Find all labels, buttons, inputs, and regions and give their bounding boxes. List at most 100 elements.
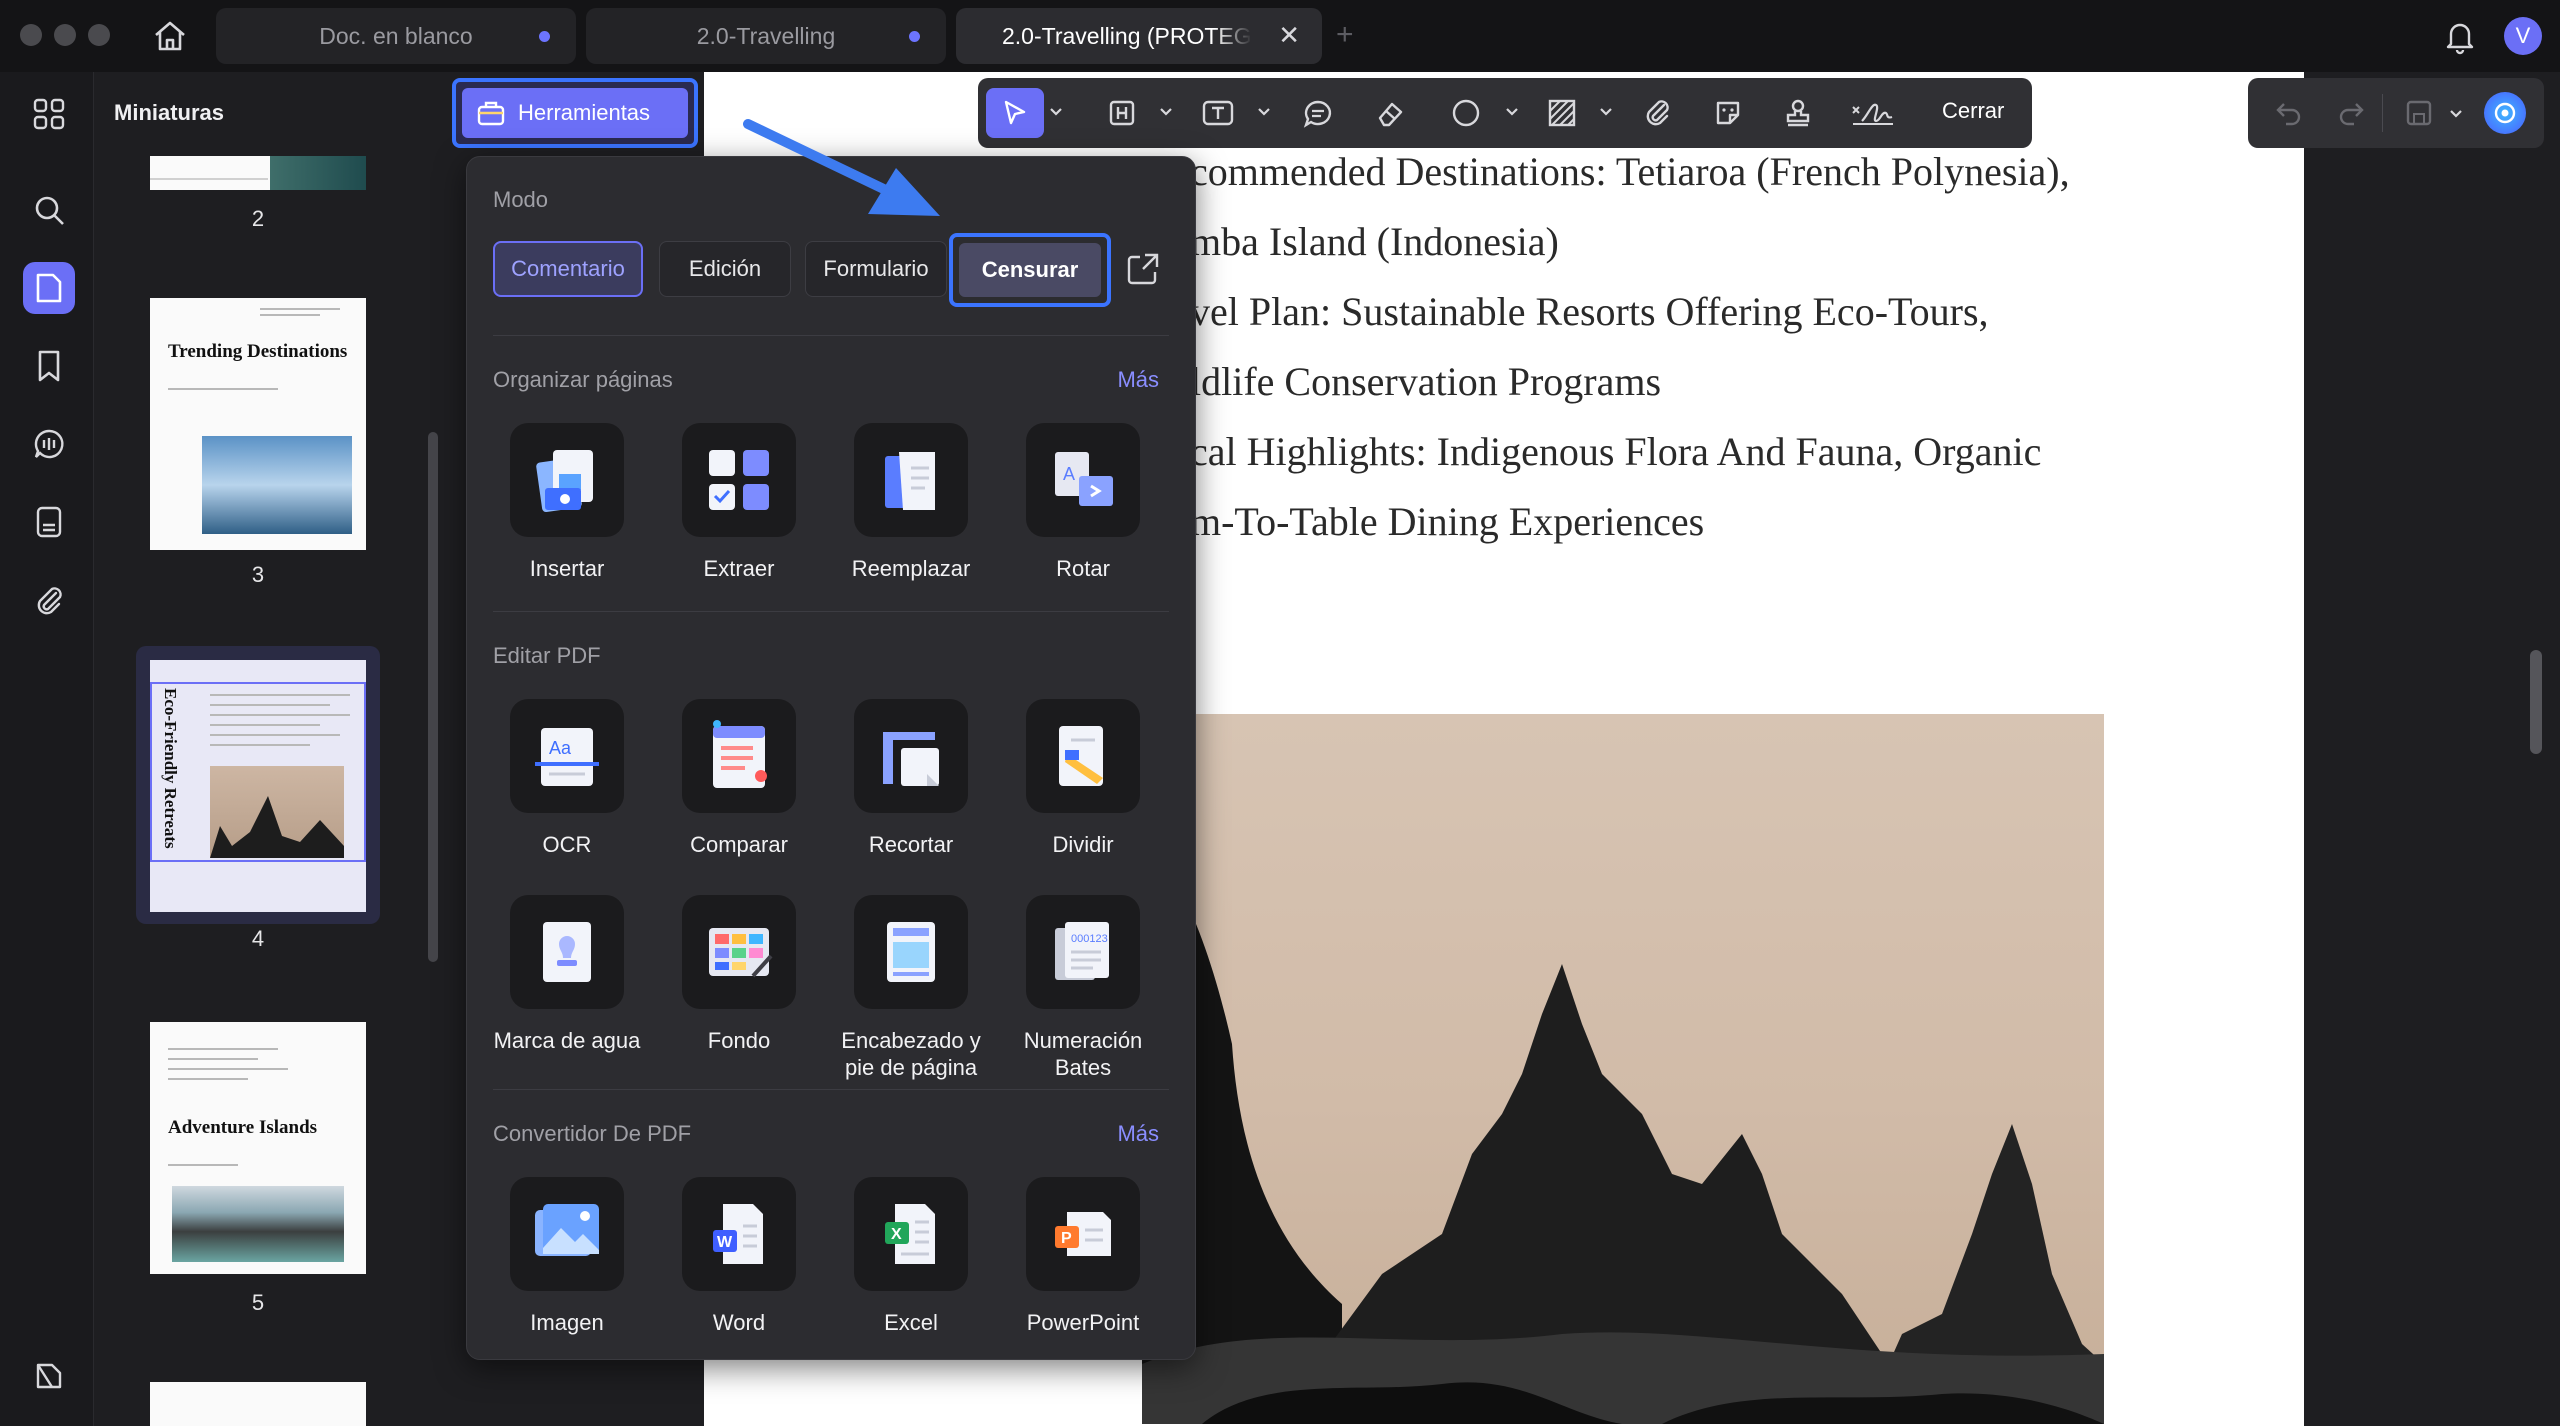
tool-label: Rotar: [1056, 556, 1110, 581]
mode-comment-button[interactable]: Comentario: [493, 241, 643, 297]
document-text-line: commended Destinations: Tetiaroa (French…: [1190, 149, 2070, 194]
area-tool-button[interactable]: [1540, 88, 1584, 138]
comment-tool-button[interactable]: [1296, 88, 1340, 138]
watermark-icon: [510, 895, 624, 1009]
tab-travelling-protected[interactable]: 2.0-Travelling (PROTEGIDO) ✕: [956, 8, 1322, 64]
insert-tool[interactable]: Insertar: [481, 423, 653, 582]
select-tool-button[interactable]: [986, 88, 1044, 138]
window-close-button[interactable]: [20, 24, 42, 46]
page-number: 5: [251, 1290, 265, 1315]
extract-tool[interactable]: Extraer: [653, 423, 825, 582]
svg-text:P: P: [1061, 1230, 1072, 1247]
rotate-tool[interactable]: A Rotar: [997, 423, 1169, 582]
rotate-pages-icon: A: [1026, 423, 1140, 537]
chevron-down-icon[interactable]: [1256, 104, 1272, 120]
thumbnails-scrollbar[interactable]: [428, 432, 438, 962]
tool-label: OCR: [542, 832, 592, 857]
page-thumbnail-4[interactable]: Eco-Friendly Retreats: [150, 660, 366, 912]
replace-tool[interactable]: Reemplazar: [825, 423, 997, 582]
home-icon[interactable]: [150, 16, 190, 56]
sidebar-toggle-icon[interactable]: [23, 1350, 75, 1402]
tool-label: Excel: [884, 1310, 938, 1335]
close-toolbar-button[interactable]: Cerrar: [1942, 98, 2004, 124]
signature-tool-button[interactable]: [1846, 88, 1900, 138]
split-tool[interactable]: Dividir: [997, 699, 1169, 858]
convert-image-tool[interactable]: Imagen: [481, 1177, 653, 1336]
eraser-tool-button[interactable]: [1368, 88, 1412, 138]
mode-redact-button[interactable]: Censurar: [959, 243, 1101, 297]
mode-form-button[interactable]: Formulario: [805, 241, 947, 297]
comments-icon[interactable]: [23, 418, 75, 470]
stamp-tool-button[interactable]: [1776, 88, 1820, 138]
tool-label: Imagen: [530, 1310, 604, 1335]
undo-icon[interactable]: [2274, 98, 2304, 133]
document-text-line: cal Highlights: Indigenous Flora And Fau…: [1190, 429, 2042, 474]
extract-pages-icon: [682, 423, 796, 537]
convert-excel-tool[interactable]: X Excel: [825, 1177, 997, 1336]
document-text-line: ldlife Conservation Programs: [1190, 359, 1662, 404]
header-footer-tool[interactable]: Encabezado y pie de página: [825, 895, 997, 1081]
apps-grid-icon[interactable]: [23, 88, 75, 140]
tool-label: Fondo: [707, 1028, 771, 1053]
page-thumbnail-6[interactable]: [150, 1382, 366, 1426]
bell-icon[interactable]: [2440, 16, 2480, 56]
tool-label: PowerPoint: [1026, 1310, 1140, 1335]
text-box-tool-button[interactable]: [1196, 88, 1240, 138]
page-thumbnail-3[interactable]: Trending Destinations: [150, 298, 366, 550]
thumbnails-icon[interactable]: [23, 262, 75, 314]
forms-icon[interactable]: [23, 496, 75, 548]
redo-icon[interactable]: [2336, 98, 2366, 133]
panel-divider: [493, 335, 1169, 336]
chevron-down-icon[interactable]: [1598, 104, 1614, 120]
window-minimize-button[interactable]: [54, 24, 76, 46]
page-number: 2: [251, 206, 265, 231]
header-footer-icon: [854, 895, 968, 1009]
sticker-tool-button[interactable]: [1706, 88, 1750, 138]
ocr-tool[interactable]: Aa OCR: [481, 699, 653, 858]
convert-word-tool[interactable]: W Word: [653, 1177, 825, 1336]
highlight-tool-button[interactable]: [1100, 88, 1144, 138]
tool-label: Insertar: [529, 556, 605, 581]
chevron-down-icon[interactable]: [1158, 104, 1174, 120]
search-icon[interactable]: [23, 184, 75, 236]
organize-more-link[interactable]: Más: [1117, 367, 1159, 393]
shape-tool-button[interactable]: [1444, 88, 1488, 138]
open-external-icon[interactable]: [1125, 251, 1161, 292]
background-tool[interactable]: Fondo: [653, 895, 825, 1054]
save-icon[interactable]: [2404, 98, 2434, 133]
close-tab-icon[interactable]: ✕: [1278, 20, 1300, 51]
compare-tool[interactable]: Comparar: [653, 699, 825, 858]
tab-blank-doc[interactable]: Doc. en blanco: [216, 8, 576, 64]
tools-button[interactable]: Herramientas: [452, 78, 698, 148]
mode-button-label: Formulario: [823, 256, 929, 281]
mode-button-label: Edición: [688, 256, 762, 281]
crop-tool[interactable]: Recortar: [825, 699, 997, 858]
window-zoom-button[interactable]: [88, 24, 110, 46]
chevron-down-icon[interactable]: [1048, 104, 1064, 120]
bates-numbering-tool[interactable]: 000123 Numeración Bates: [997, 895, 1169, 1081]
bookmark-icon[interactable]: [23, 340, 75, 392]
attach-tool-button[interactable]: [1636, 88, 1680, 138]
page-thumbnail-2[interactable]: [150, 156, 366, 190]
chevron-down-icon[interactable]: [2448, 106, 2464, 122]
tab-travelling[interactable]: 2.0-Travelling: [586, 8, 946, 64]
new-tab-icon[interactable]: +: [1336, 18, 1354, 52]
watermark-tool[interactable]: Marca de agua: [481, 895, 653, 1054]
ai-assistant-icon[interactable]: [2484, 92, 2526, 134]
convert-more-link[interactable]: Más: [1117, 1121, 1159, 1147]
convert-powerpoint-tool[interactable]: P PowerPoint: [997, 1177, 1169, 1336]
insert-pages-icon: [510, 423, 624, 537]
page-thumbnail-5[interactable]: Adventure Islands: [150, 1022, 366, 1274]
bates-numbering-icon: 000123: [1026, 895, 1140, 1009]
tool-label: Reemplazar: [851, 556, 971, 581]
avatar[interactable]: V: [2504, 17, 2542, 55]
page-thumbnail-title: Eco-Friendly Retreats: [161, 688, 180, 849]
crop-icon: [854, 699, 968, 813]
tab-label: 2.0-Travelling (PROTEGIDO): [1002, 22, 1252, 49]
left-icon-rail: [0, 72, 94, 1426]
chevron-down-icon[interactable]: [1504, 104, 1520, 120]
document-scrollbar[interactable]: [2530, 650, 2542, 754]
document-text-line: mba Island (Indonesia): [1190, 219, 1559, 264]
mode-edit-button[interactable]: Edición: [659, 241, 791, 297]
attachment-icon[interactable]: [23, 574, 75, 626]
